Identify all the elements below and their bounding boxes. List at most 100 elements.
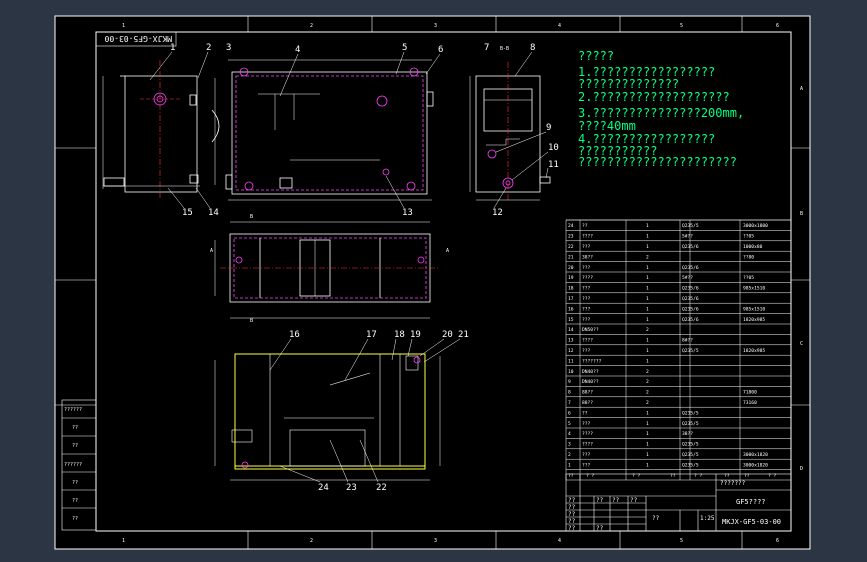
part-number: 21 bbox=[568, 254, 574, 260]
part-qty: 1 bbox=[646, 431, 649, 437]
table-header-qty: ?? bbox=[670, 473, 676, 479]
part-name: ?? bbox=[582, 410, 588, 416]
title-block-label: ?? bbox=[630, 497, 638, 504]
section-mark: B bbox=[250, 214, 253, 220]
part-remark: ??05 bbox=[743, 275, 754, 281]
balloon-label: 14 bbox=[208, 208, 219, 218]
balloon-label: 12 bbox=[492, 208, 503, 218]
balloon-label: 7 bbox=[484, 43, 489, 53]
section-mark: B bbox=[250, 318, 253, 324]
part-qty: 2 bbox=[646, 254, 649, 260]
side-block-label: ?? bbox=[72, 425, 78, 431]
side-block-label: ?? bbox=[72, 498, 78, 504]
part-number: 1 bbox=[568, 462, 571, 468]
drawing-stamp: MKJX-GF5-03-00 bbox=[95, 31, 177, 47]
part-material: Q235/6 bbox=[682, 306, 699, 312]
part-number: 20 bbox=[568, 265, 574, 271]
part-qty: 1 bbox=[646, 306, 649, 312]
section-mark: B-B bbox=[500, 46, 509, 52]
part-material: 38?? bbox=[682, 431, 693, 437]
part-name: ???? bbox=[582, 431, 593, 437]
zone-number: 4 bbox=[558, 23, 561, 29]
part-number: 4 bbox=[568, 431, 571, 437]
part-name: ??? bbox=[582, 452, 591, 458]
part-number: 12 bbox=[568, 348, 574, 354]
part-name: DN40?? bbox=[582, 379, 599, 385]
note-line: 3.???????????????200mm, bbox=[578, 106, 744, 120]
part-number: 19 bbox=[568, 275, 574, 281]
balloon-label: 15 bbox=[182, 208, 193, 218]
part-remark: 3000x1820 bbox=[743, 462, 768, 468]
part-name: ??? bbox=[582, 317, 591, 323]
part-number: 23 bbox=[568, 234, 574, 240]
balloon-label: 8 bbox=[530, 43, 535, 53]
part-name: ??? bbox=[582, 462, 591, 468]
zone-number: 6 bbox=[776, 23, 779, 29]
zone-letter: C bbox=[800, 341, 803, 347]
balloon-label: 20 bbox=[442, 330, 453, 340]
balloon-label: 9 bbox=[546, 123, 551, 133]
zone-letter: B bbox=[800, 211, 803, 217]
side-block-label: ?? bbox=[72, 443, 78, 449]
part-name: ??? bbox=[582, 296, 591, 302]
balloon-label: 19 bbox=[410, 330, 421, 340]
part-qty: 1 bbox=[646, 358, 649, 364]
part-number: 17 bbox=[568, 296, 574, 302]
part-number: 5 bbox=[568, 421, 571, 427]
title-block-label: ?? bbox=[596, 525, 604, 532]
part-qty: 1 bbox=[646, 223, 649, 229]
title-block-label: ?? bbox=[568, 518, 576, 525]
balloon-label: 5 bbox=[402, 43, 407, 53]
part-number: 2 bbox=[568, 452, 571, 458]
balloon-label: 3 bbox=[226, 43, 231, 53]
part-number: 11 bbox=[568, 358, 574, 364]
part-number: 24 bbox=[568, 223, 574, 229]
balloon-label: 2 bbox=[206, 43, 211, 53]
part-qty: 1 bbox=[646, 410, 649, 416]
part-name: ??? bbox=[582, 265, 591, 271]
title-block-label: ?? bbox=[568, 497, 576, 504]
part-material: Q235/5 bbox=[682, 421, 699, 427]
balloon-label: 6 bbox=[438, 45, 443, 55]
note-line: ?????????????? bbox=[578, 77, 679, 91]
balloon-label: 21 bbox=[458, 330, 469, 340]
balloon-label: 1 bbox=[170, 43, 175, 53]
part-qty: 1 bbox=[646, 338, 649, 344]
part-qty: 2 bbox=[646, 327, 649, 333]
part-name: ???? bbox=[582, 442, 593, 448]
zone-letter: D bbox=[800, 466, 803, 472]
part-number: 9 bbox=[568, 379, 571, 385]
part-remark: 1820x985 bbox=[743, 317, 765, 323]
part-name: 88?? bbox=[582, 400, 593, 406]
part-number: 3 bbox=[568, 442, 571, 448]
part-material: 5#?? bbox=[682, 275, 693, 281]
zone-number: 6 bbox=[776, 538, 779, 544]
part-qty: 1 bbox=[646, 286, 649, 292]
title-block-label: ?? bbox=[568, 525, 576, 532]
part-number: 6 bbox=[568, 410, 571, 416]
part-remark: 1000x80 bbox=[743, 244, 763, 250]
balloon-label: 11 bbox=[548, 160, 559, 170]
part-material: Q235/5 bbox=[682, 452, 699, 458]
table-header-total: ?? bbox=[744, 473, 750, 479]
part-material: Q235/5 bbox=[682, 348, 699, 354]
table-header-code: ? ? bbox=[586, 473, 595, 479]
notes-title: ????? bbox=[578, 49, 614, 63]
zone-number: 1 bbox=[122, 538, 125, 544]
part-name: ??????? bbox=[582, 358, 602, 364]
table-header-name: ? ? bbox=[632, 473, 641, 479]
part-remark: 3000x1800 bbox=[743, 223, 768, 229]
note-line: 2.??????????????????? bbox=[578, 90, 730, 104]
part-name: 88?? bbox=[582, 390, 593, 396]
part-material: 5#?? bbox=[682, 234, 693, 240]
part-number: 7 bbox=[568, 400, 571, 406]
side-block-label: ?????? bbox=[64, 407, 82, 413]
title-block-label: ?? bbox=[612, 497, 620, 504]
part-qty: 2 bbox=[646, 369, 649, 375]
part-number: 18 bbox=[568, 286, 574, 292]
part-name: DN50?? bbox=[582, 327, 599, 333]
title-block-label: ?? bbox=[596, 497, 604, 504]
part-material: Q235/6 bbox=[682, 317, 699, 323]
unit-name: ??????? bbox=[720, 480, 746, 487]
part-qty: 1 bbox=[646, 452, 649, 458]
